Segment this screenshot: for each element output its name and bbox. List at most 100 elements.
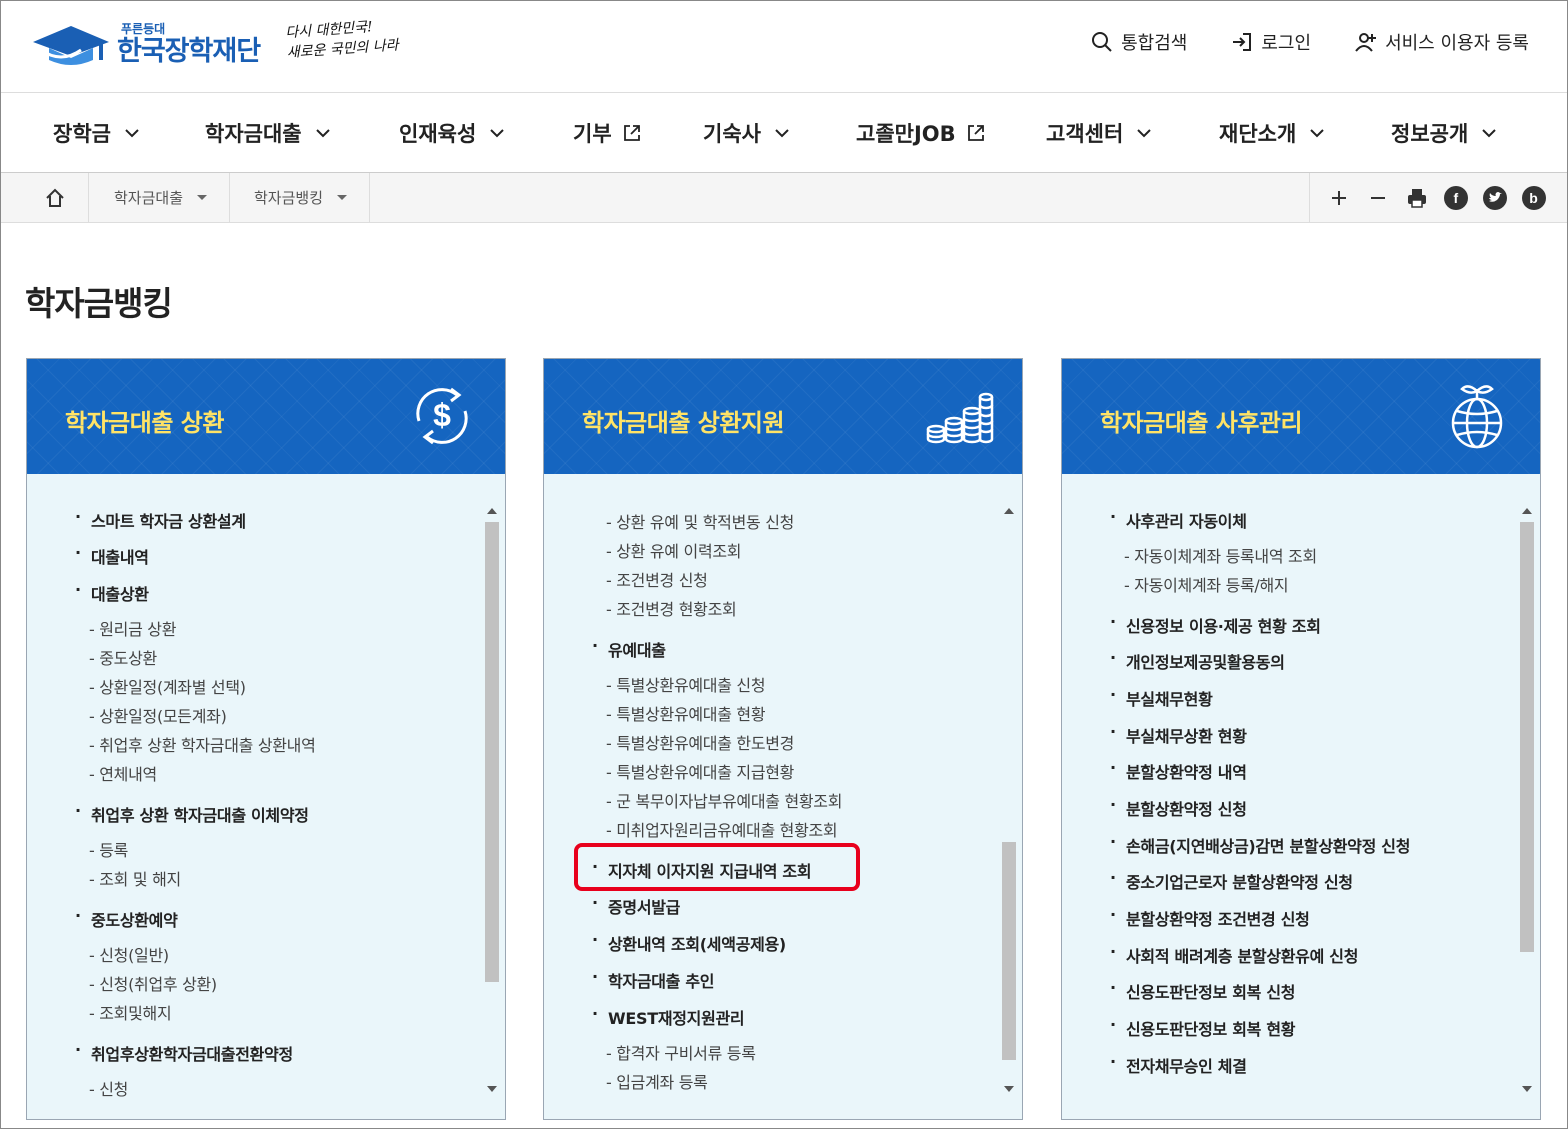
blog-share-button[interactable]: b [1521,185,1547,211]
site-logo[interactable]: 푸른등대 한국장학재단 [31,15,261,75]
scroll-thumb[interactable] [1002,842,1016,1060]
menu-subitem[interactable]: 특별상환유예대출 지급현황 [606,759,794,783]
zoom-out-button[interactable] [1365,185,1391,211]
menu-subitem[interactable]: 군 복무이자납부유예대출 현황조회 [606,788,842,812]
menu-subitem[interactable]: 원리금 상환 [89,616,176,640]
facebook-share-button[interactable]: f [1443,185,1469,211]
menu-item[interactable]: 스마트 학자금 상환설계 [75,507,246,532]
login-link[interactable]: 로그인 [1231,29,1311,55]
menu-item[interactable]: 상환내역 조회(세액공제용) [592,930,786,955]
menu-subitem[interactable]: 특별상환유예대출 현황 [606,701,765,725]
gnb-label: 고졸만JOB [856,122,956,146]
menu-item[interactable]: WEST재정지원관리 [592,1004,745,1029]
menu-subitem[interactable]: 연체내역 [89,761,157,785]
scroll-down-icon[interactable] [487,1086,497,1092]
menu-item[interactable]: 부실채무현황 [1110,685,1213,710]
menu-subitem[interactable]: 상환일정(계좌별 선택) [89,674,246,698]
home-button[interactable] [21,173,89,222]
menu-item[interactable]: 유예대출 [592,636,666,661]
panel-title: 학자금대출 상환지원 [582,409,785,437]
menu-subitem[interactable]: 미취업자원리금유예대출 현황조회 [606,817,837,841]
chevron-down-icon [315,129,330,138]
menu-item[interactable]: 학자금대출 추인 [592,967,715,992]
menu-item[interactable]: 대출내역 [75,543,149,568]
menu-subitem[interactable]: 상환 유예 이력조회 [606,538,741,562]
scrollbar[interactable] [1001,502,1017,1102]
gnb-label: 학자금대출 [205,122,302,146]
gnb-label: 장학금 [53,122,111,146]
menu-subitem[interactable]: 조회및해지 [89,1000,171,1024]
gnb-highschool-job[interactable]: 고졸만JOB [856,117,986,149]
menu-subitem[interactable]: 조건변경 신청 [606,567,708,591]
gnb-customer-center[interactable]: 고객센터 [1046,117,1151,149]
gnb-scholarship[interactable]: 장학금 [53,117,139,149]
menu-item[interactable]: 전자채무승인 체결 [1110,1052,1247,1077]
menu-item[interactable]: 분할상환약정 조건변경 신청 [1110,905,1310,930]
menu-item[interactable]: 손해금(지연배상금)감면 분할상환약정 신청 [1110,832,1410,857]
scroll-up-icon[interactable] [1522,508,1532,514]
scroll-down-icon[interactable] [1004,1086,1014,1092]
menu-item[interactable]: 대출상환 [75,580,149,605]
menu-subitem[interactable]: 특별상환유예대출 한도변경 [606,730,794,754]
scrollbar[interactable] [484,502,500,1102]
globe-sprout-icon [1451,385,1503,449]
scrollbar[interactable] [1519,502,1535,1102]
menu-subitem[interactable]: 신청(취업후 상환) [89,971,217,995]
menu-item[interactable]: 중소기업근로자 분할상환약정 신청 [1110,868,1353,893]
menu-subitem[interactable]: 특별상환유예대출 신청 [606,672,765,696]
menu-subitem[interactable]: 취업후 상환 학자금대출 상환내역 [89,732,316,756]
menu-item[interactable]: 분할상환약정 내역 [1110,758,1247,783]
service-register-link[interactable]: 서비스 이용자 등록 [1355,29,1529,55]
menu-subitem[interactable]: 중도상환 [89,645,157,669]
menu-item[interactable]: 부실채무상환 현황 [1110,722,1247,747]
menu-item-local-gov-interest[interactable]: 지자체 이자지원 지급내역 조회 [592,857,812,882]
coins-stack-icon [926,392,994,444]
gnb-student-loan[interactable]: 학자금대출 [205,117,330,149]
scroll-down-icon[interactable] [1522,1086,1532,1092]
search-link[interactable]: 통합검색 [1091,29,1187,55]
gnb-dormitory[interactable]: 기숙사 [703,117,789,149]
menu-item[interactable]: 신용정보 이용·제공 현황 조회 [1110,612,1321,637]
gnb-talent[interactable]: 인재육성 [399,117,504,149]
menu-subitem[interactable]: 조회 및 해지 [89,866,181,890]
gnb-foundation-intro[interactable]: 재단소개 [1219,117,1324,149]
scroll-up-icon[interactable] [1004,508,1014,514]
top-header: 푸른등대 한국장학재단 다시 대한민국! 새로운 국민의 나라 통합검색 로그인… [1,1,1567,93]
breadcrumb-label: 학자금대출 [114,189,184,207]
menu-subitem[interactable]: 자동이체계좌 등록내역 조회 [1124,543,1317,567]
menu-subitem[interactable]: 신청(일반) [89,942,169,966]
menu-item[interactable]: 증명서발급 [592,893,680,918]
breadcrumb-item-banking[interactable]: 학자금뱅킹 [230,173,370,222]
graduation-cap-logo-icon [33,26,109,65]
menu-item[interactable]: 사후관리 자동이체 [1110,507,1247,532]
menu-subitem[interactable]: 조건변경 현황조회 [606,596,736,620]
page-tools: f b [1309,173,1567,222]
scroll-thumb[interactable] [1520,522,1534,952]
gnb-label: 고객센터 [1046,122,1124,146]
login-link-label: 로그인 [1261,33,1312,54]
menu-subitem[interactable]: 상환일정(모든계좌) [89,703,227,727]
gnb-donation[interactable]: 기부 [573,117,642,149]
menu-subitem[interactable]: 신청 [89,1076,128,1100]
menu-item[interactable]: 신용도판단정보 회복 신청 [1110,978,1295,1003]
minus-icon [1371,196,1386,199]
menu-item[interactable]: 취업후상환학자금대출전환약정 [75,1040,293,1065]
menu-item[interactable]: 개인정보제공및활용동의 [1110,648,1285,673]
scroll-up-icon[interactable] [487,508,497,514]
menu-subitem[interactable]: 자동이체계좌 등록/해지 [1124,572,1288,596]
menu-item[interactable]: 신용도판단정보 회복 현황 [1110,1015,1295,1040]
menu-item[interactable]: 중도상환예약 [75,906,178,931]
scroll-thumb[interactable] [485,522,499,982]
zoom-in-button[interactable] [1326,185,1352,211]
breadcrumb-item-loan[interactable]: 학자금대출 [90,173,230,222]
menu-subitem[interactable]: 상환 유예 및 학적변동 신청 [606,509,794,533]
print-button[interactable] [1404,185,1430,211]
menu-item[interactable]: 취업후 상환 학자금대출 이체약정 [75,801,309,826]
menu-item[interactable]: 분할상환약정 신청 [1110,795,1247,820]
menu-subitem[interactable]: 합격자 구비서류 등록 [606,1040,756,1064]
menu-item[interactable]: 사회적 배려계층 분할상환유예 신청 [1110,942,1358,967]
gnb-disclosure[interactable]: 정보공개 [1391,117,1496,149]
menu-subitem[interactable]: 등록 [89,837,128,861]
menu-subitem[interactable]: 입금계좌 등록 [606,1069,708,1093]
twitter-share-button[interactable] [1482,185,1508,211]
